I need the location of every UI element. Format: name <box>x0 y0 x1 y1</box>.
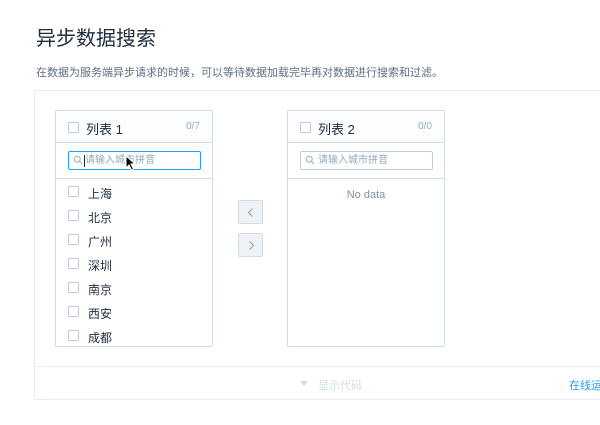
filter-field-right[interactable] <box>300 151 433 170</box>
list-item[interactable]: 上海 <box>56 181 212 205</box>
item-checkbox[interactable] <box>68 330 79 341</box>
panel-count-left: 0/7 <box>186 121 200 132</box>
divider <box>288 178 444 179</box>
item-checkbox[interactable] <box>68 234 79 245</box>
item-checkbox[interactable] <box>68 186 79 197</box>
divider <box>56 178 212 179</box>
chevron-right-icon <box>249 241 255 250</box>
list-item[interactable]: 广州 <box>56 229 212 253</box>
item-checkbox[interactable] <box>68 282 79 293</box>
panel-count-right: 0/0 <box>418 121 432 132</box>
item-label: 北京 <box>88 211 113 225</box>
filter-input-left[interactable] <box>85 154 195 167</box>
panel-header: 列表 1 0/7 <box>56 111 212 143</box>
list-item[interactable]: 深圳 <box>56 253 212 277</box>
chevron-left-icon <box>247 208 253 217</box>
transfer-panel-right: 列表 2 0/0 No data <box>287 110 445 347</box>
list-item[interactable]: 北京 <box>56 205 212 229</box>
demo-footer <box>34 366 600 401</box>
select-all-checkbox-left[interactable] <box>68 122 79 133</box>
move-to-left-button[interactable] <box>238 200 263 224</box>
item-list-left: 上海 北京 广州 深圳 南京 西安 成都 <box>56 181 212 349</box>
filter-input-right[interactable] <box>318 154 428 167</box>
search-icon <box>73 155 83 165</box>
panel-header: 列表 2 0/0 <box>288 111 444 143</box>
show-code-button[interactable]: 显示代码 <box>318 377 362 393</box>
page-description: 在数据为服务端异步请求的时候，可以等待数据加载完毕再对数据进行搜索和过滤。 <box>36 67 443 79</box>
item-checkbox[interactable] <box>68 258 79 269</box>
item-checkbox[interactable] <box>68 306 79 317</box>
select-all-checkbox-right[interactable] <box>300 122 311 133</box>
search-icon <box>305 155 315 165</box>
panel-title-right: 列表 2 <box>318 122 355 137</box>
move-to-right-button[interactable] <box>238 233 263 257</box>
list-item[interactable]: 成都 <box>56 325 212 349</box>
item-label: 成都 <box>88 331 113 345</box>
panel-title-left: 列表 1 <box>86 122 123 137</box>
list-item[interactable]: 西安 <box>56 301 212 325</box>
run-online-link[interactable]: 在线运 <box>569 377 600 393</box>
item-label: 西安 <box>88 307 113 321</box>
item-checkbox[interactable] <box>68 210 79 221</box>
item-label: 深圳 <box>88 259 113 273</box>
item-label: 上海 <box>88 187 113 201</box>
item-label: 南京 <box>88 283 113 297</box>
mouse-cursor-icon <box>125 155 137 171</box>
item-label: 广州 <box>88 235 113 249</box>
transfer-panel-left: 列表 1 0/7 上海 北京 广州 深圳 南京 西安 成都 <box>55 110 213 347</box>
page-title: 异步数据搜索 <box>36 28 156 50</box>
empty-text: No data <box>346 189 386 201</box>
caret-down-icon <box>300 381 308 386</box>
list-item[interactable]: 南京 <box>56 277 212 301</box>
